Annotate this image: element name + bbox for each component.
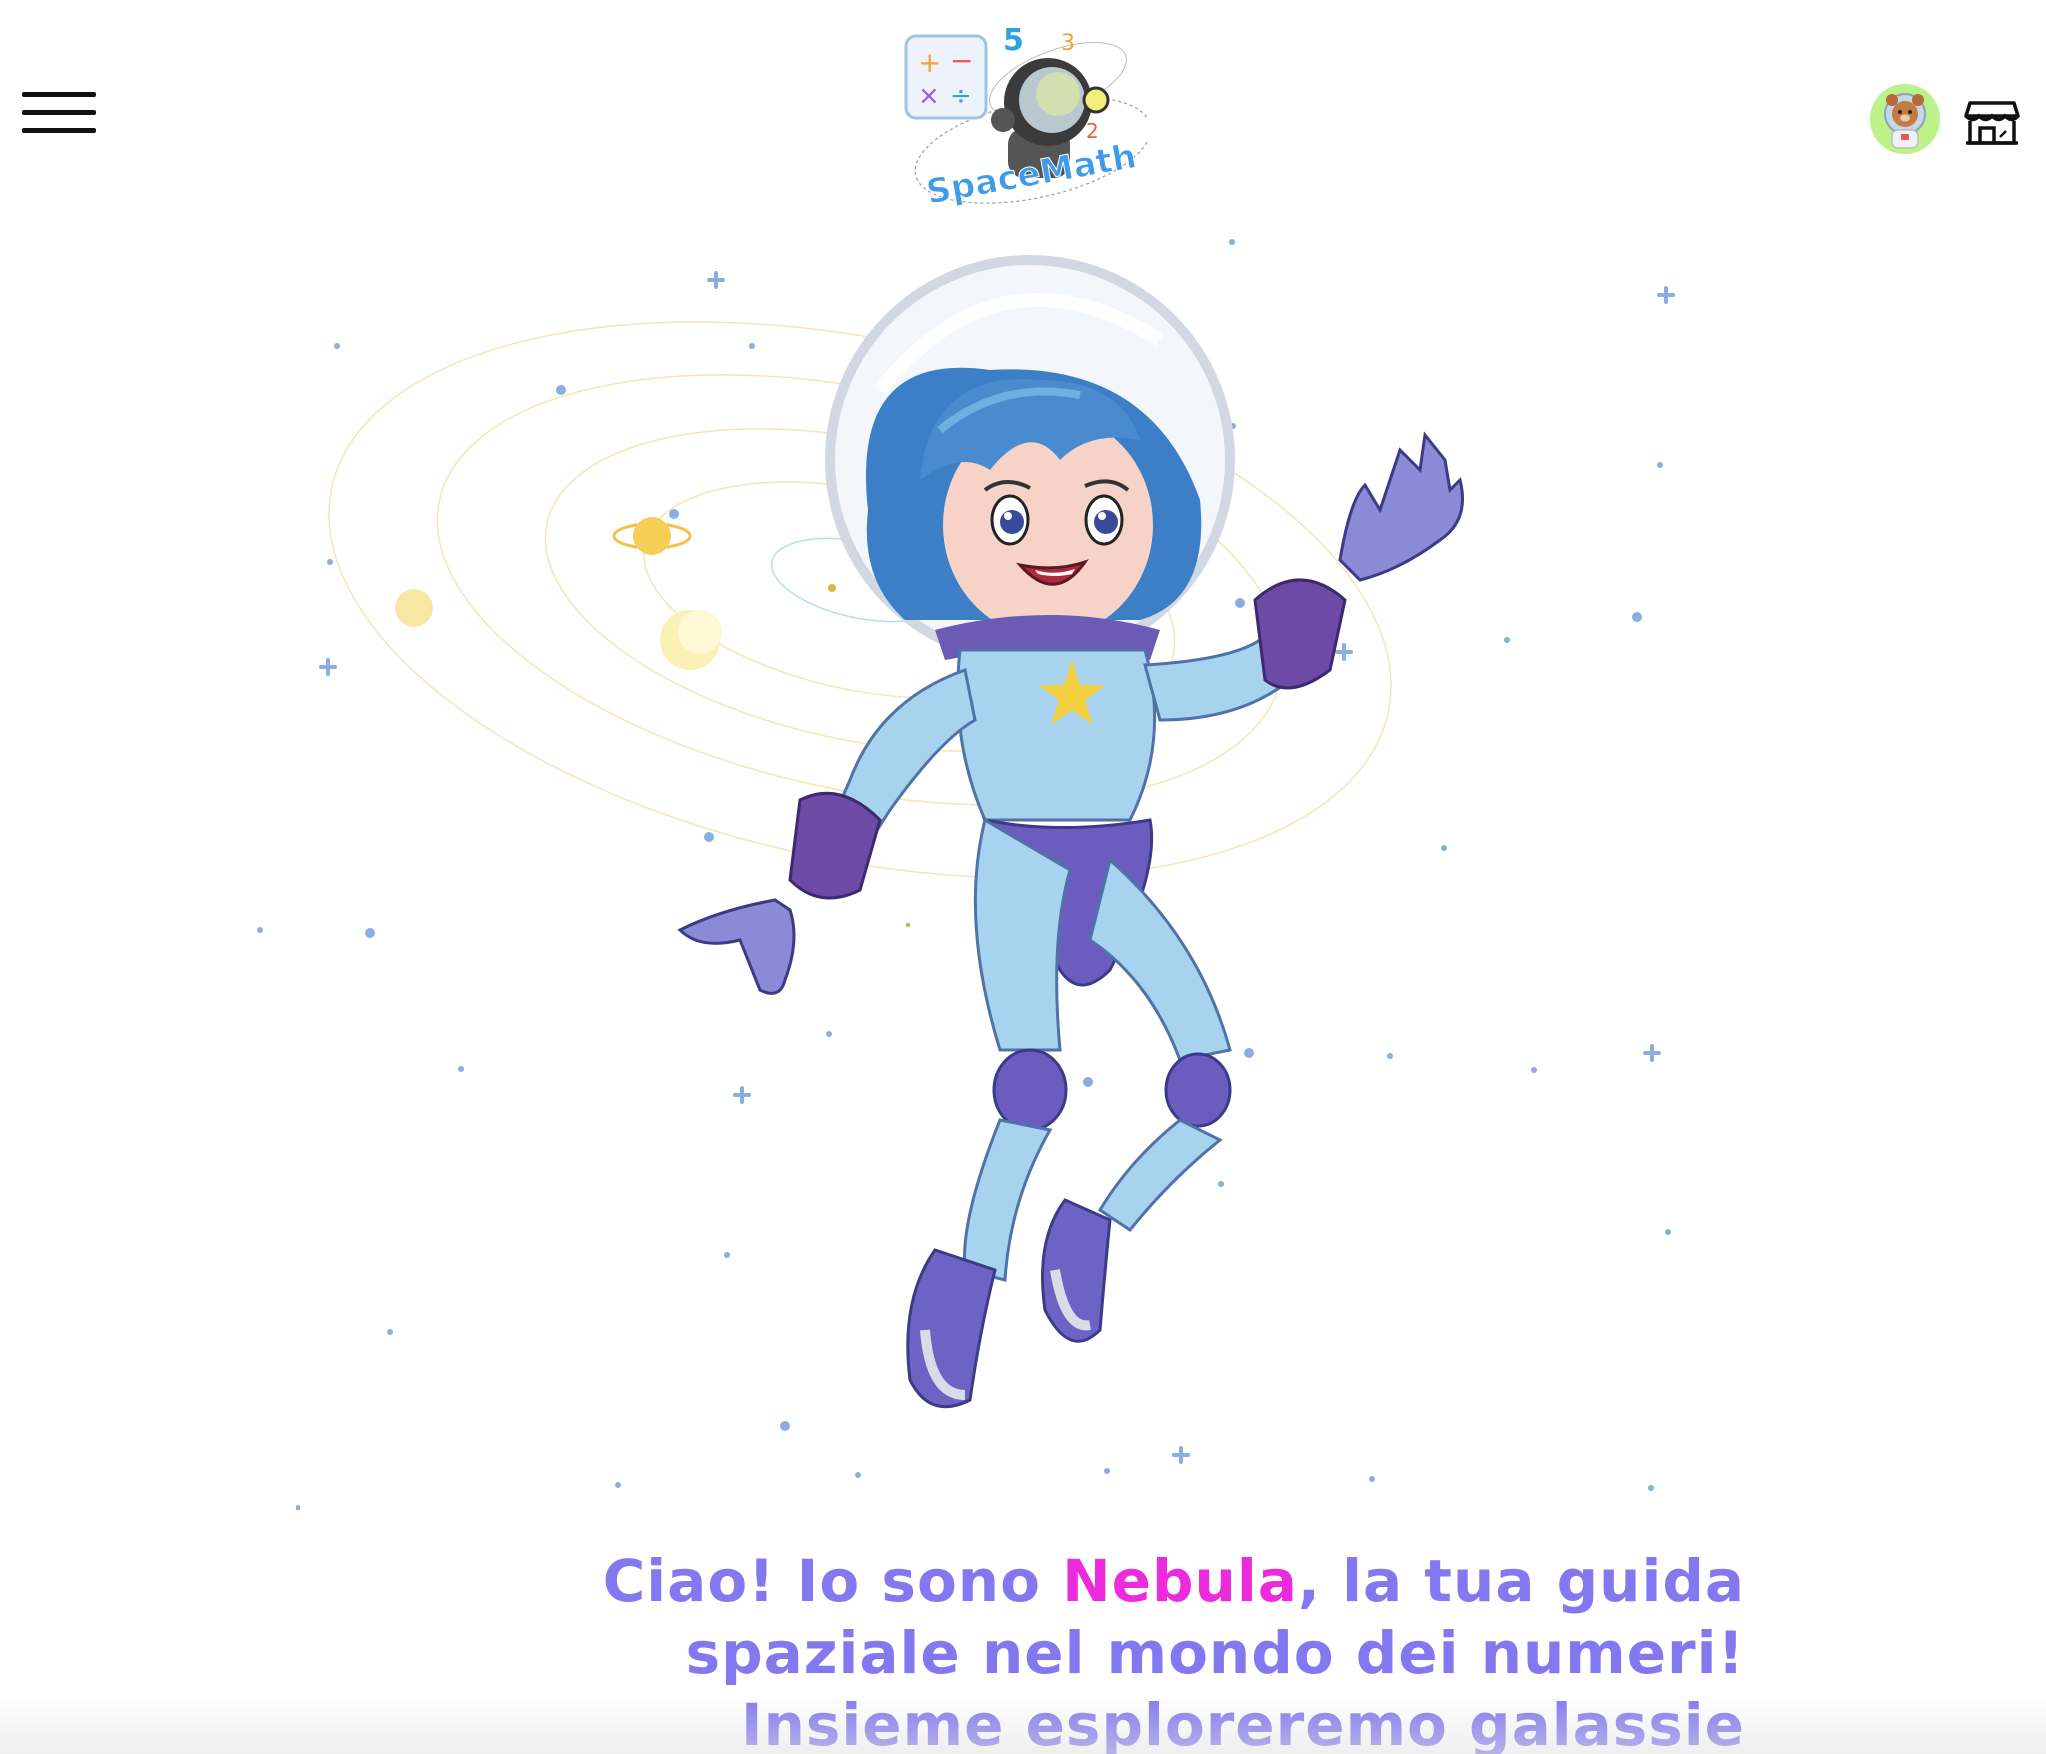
svg-text:2: 2 xyxy=(1086,119,1099,143)
hamburger-line xyxy=(22,128,96,133)
svg-text:÷: ÷ xyxy=(950,81,972,111)
intro-text: Ciao! Io sono Nebula, la tua guida spazi… xyxy=(600,1545,1745,1754)
space-scene xyxy=(257,239,1675,1510)
svg-text:5: 5 xyxy=(1003,23,1024,58)
intro-line1-after: , la tua guida xyxy=(1297,1547,1745,1615)
shop-button[interactable] xyxy=(1964,100,2020,146)
intro-line3: Insieme esploreremo galassie xyxy=(741,1691,1745,1754)
astronaut-girl-illustration xyxy=(677,255,1464,1409)
intro-line2: spaziale nel mondo dei numeri! xyxy=(685,1619,1745,1687)
bear-astronaut-avatar-icon xyxy=(1870,84,1940,154)
intro-text-before: Ciao! Io sono xyxy=(602,1547,1063,1615)
page: + − × ÷ 5 3 2 SpaceMath Ciao! Io sono Ne… xyxy=(0,0,2046,1754)
avatar-button[interactable] xyxy=(1870,84,1940,154)
svg-text:−: − xyxy=(950,44,973,77)
svg-text:3: 3 xyxy=(1061,31,1075,56)
spacemath-logo[interactable]: + − × ÷ 5 3 2 SpaceMath xyxy=(898,20,1148,216)
svg-text:×: × xyxy=(918,81,940,111)
shop-icon xyxy=(1964,101,2020,145)
intro-character-name: Nebula xyxy=(1062,1547,1298,1615)
menu-button[interactable] xyxy=(22,88,98,138)
hamburger-line xyxy=(22,110,96,115)
hamburger-menu-icon xyxy=(22,92,96,97)
svg-text:+: + xyxy=(918,46,941,79)
